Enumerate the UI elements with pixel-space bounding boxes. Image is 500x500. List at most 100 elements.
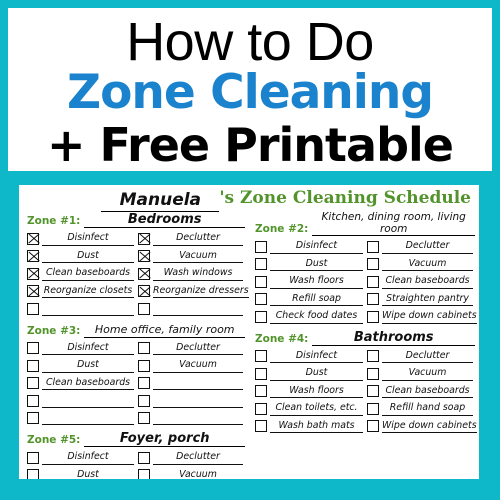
task-cell: Reorganize dressers: [136, 285, 249, 298]
task-label[interactable]: Declutter: [382, 240, 473, 254]
task-label[interactable]: Declutter: [153, 232, 243, 246]
checkbox-icon[interactable]: [27, 451, 39, 464]
checkbox-icon[interactable]: [138, 377, 150, 390]
checkbox-icon[interactable]: [138, 342, 150, 355]
checkbox-icon[interactable]: [367, 275, 379, 288]
zone-value-field[interactable]: Kitchen, dining room, living room: [312, 211, 475, 236]
task-label[interactable]: Wash floors: [270, 275, 363, 289]
checkbox-checked-icon[interactable]: [27, 285, 39, 298]
checkbox-icon[interactable]: [367, 258, 379, 271]
checkbox-icon[interactable]: [138, 302, 150, 315]
zone-value-field[interactable]: Bedrooms: [84, 212, 245, 228]
task-label[interactable]: Declutter: [382, 350, 473, 363]
checkbox-icon[interactable]: [255, 275, 267, 288]
checkbox-icon[interactable]: [138, 469, 150, 479]
task-label[interactable]: Vacuum: [153, 250, 243, 263]
task-label[interactable]: Declutter: [153, 342, 243, 355]
checkbox-icon[interactable]: [255, 240, 267, 253]
task-label[interactable]: [42, 394, 134, 408]
task-label[interactable]: [153, 412, 243, 425]
task-label[interactable]: Clean baseboards: [382, 275, 473, 289]
task-label[interactable]: Check food dates: [270, 310, 363, 324]
task-row: Wash floors Clean baseboards: [255, 273, 475, 291]
task-label[interactable]: Disinfect: [270, 240, 363, 254]
task-label[interactable]: Wash floors: [270, 385, 363, 398]
task-label[interactable]: Dust: [270, 367, 363, 381]
task-label[interactable]: Reorganize closets: [42, 285, 134, 298]
checkbox-checked-icon[interactable]: [27, 232, 39, 245]
task-row: Reorganize closets Reorganize dressers: [27, 283, 249, 301]
checkbox-checked-icon[interactable]: [138, 232, 150, 245]
checkbox-icon[interactable]: [138, 412, 150, 425]
checkbox-icon[interactable]: [27, 342, 39, 355]
checkbox-icon[interactable]: [255, 402, 267, 415]
task-label[interactable]: Disinfect: [42, 451, 134, 465]
task-label[interactable]: Vacuum: [153, 359, 243, 373]
checkbox-checked-icon[interactable]: [138, 267, 150, 280]
checkbox-icon[interactable]: [255, 385, 267, 398]
task-label[interactable]: Reorganize dressers: [153, 285, 249, 298]
task-label[interactable]: Wipe down cabinets: [382, 310, 477, 324]
task-label[interactable]: Straighten pantry: [382, 293, 473, 306]
task-label[interactable]: Vacuum: [153, 469, 243, 480]
task-label[interactable]: Dust: [270, 258, 363, 271]
zone-column-left: Zone #1: Bedrooms Disinfect Declutter Dust Va…: [19, 211, 249, 479]
task-label[interactable]: Refill soap: [270, 293, 363, 306]
checkbox-icon[interactable]: [27, 394, 39, 407]
task-label[interactable]: Disinfect: [42, 342, 134, 355]
task-label[interactable]: Clean toilets, etc.: [270, 402, 363, 416]
checkbox-icon[interactable]: [27, 377, 39, 390]
task-label[interactable]: Vacuum: [382, 367, 473, 381]
checkbox-icon[interactable]: [255, 310, 267, 323]
task-label[interactable]: Wash windows: [153, 267, 243, 281]
task-label[interactable]: [153, 394, 243, 408]
task-label[interactable]: Clean baseboards: [42, 377, 134, 390]
task-row: [27, 410, 245, 428]
checkbox-checked-icon[interactable]: [138, 250, 150, 263]
zone-value-field[interactable]: Home office, family room: [84, 322, 245, 338]
checkbox-icon[interactable]: [255, 420, 267, 433]
checkbox-icon[interactable]: [27, 359, 39, 372]
checkbox-icon[interactable]: [27, 302, 39, 315]
task-label[interactable]: Refill hand soap: [382, 402, 473, 416]
task-label[interactable]: Declutter: [153, 451, 243, 465]
checkbox-icon[interactable]: [255, 293, 267, 306]
checkbox-icon[interactable]: [367, 350, 379, 363]
task-label[interactable]: Vacuum: [382, 258, 473, 271]
task-label[interactable]: [153, 377, 243, 390]
checkbox-icon[interactable]: [367, 420, 379, 433]
task-label[interactable]: Dust: [42, 469, 134, 480]
checkbox-icon[interactable]: [138, 394, 150, 407]
task-label[interactable]: Wipe down cabinets: [382, 420, 477, 433]
checkbox-icon[interactable]: [255, 258, 267, 271]
task-label[interactable]: [153, 302, 243, 316]
checkbox-icon[interactable]: [138, 359, 150, 372]
task-label[interactable]: Dust: [42, 250, 134, 263]
task-label[interactable]: Disinfect: [42, 232, 134, 246]
checkbox-checked-icon[interactable]: [27, 267, 39, 280]
checkbox-checked-icon[interactable]: [138, 285, 150, 298]
task-label[interactable]: Clean baseboards: [382, 385, 473, 398]
checkbox-icon[interactable]: [367, 385, 379, 398]
checkbox-icon[interactable]: [138, 451, 150, 464]
task-label[interactable]: [42, 412, 134, 425]
task-label[interactable]: Dust: [42, 359, 134, 373]
task-label[interactable]: Clean baseboards: [42, 267, 134, 281]
checkbox-icon[interactable]: [367, 310, 379, 323]
checkbox-icon[interactable]: [367, 402, 379, 415]
checkbox-checked-icon[interactable]: [27, 250, 39, 263]
checkbox-icon[interactable]: [367, 293, 379, 306]
zone-value-field[interactable]: Foyer, porch: [84, 431, 245, 447]
sheet-title: Manuela's Zone Cleaning Schedule: [19, 187, 479, 212]
checkbox-icon[interactable]: [255, 367, 267, 380]
checkbox-icon[interactable]: [255, 350, 267, 363]
checkbox-icon[interactable]: [367, 240, 379, 253]
checkbox-icon[interactable]: [27, 412, 39, 425]
task-label[interactable]: Disinfect: [270, 350, 363, 363]
name-field[interactable]: Manuela: [101, 189, 220, 212]
task-label[interactable]: Wash bath mats: [270, 420, 363, 433]
checkbox-icon[interactable]: [367, 367, 379, 380]
task-label[interactable]: [42, 302, 134, 316]
zone-value-field[interactable]: Bathrooms: [312, 330, 475, 346]
checkbox-icon[interactable]: [27, 469, 39, 479]
